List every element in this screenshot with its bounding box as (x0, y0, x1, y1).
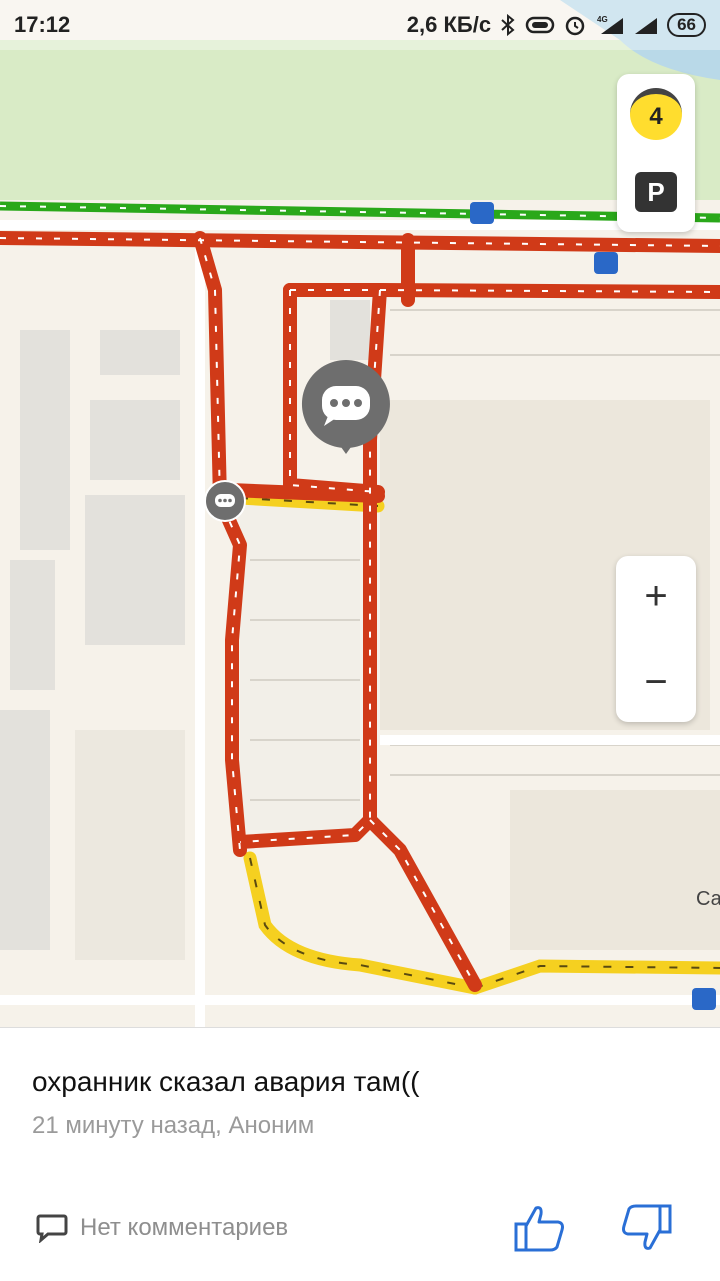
park-area (0, 40, 720, 200)
map-layers-panel: 4 P (617, 74, 695, 232)
map-canvas (0, 0, 720, 1030)
status-bar: 17:12 2,6 КБ/с 4G 66 (0, 0, 720, 50)
alarm-icon (563, 13, 587, 37)
road-event-marker[interactable] (300, 358, 392, 480)
map-view[interactable]: 17:12 2,6 КБ/с 4G 66 4 P + − Са (0, 0, 720, 1030)
traffic-button[interactable]: 4 (630, 88, 682, 140)
network-type-label: 4G (597, 15, 608, 24)
like-button[interactable] (512, 1200, 568, 1256)
event-title: охранник сказал авария там(( (32, 1066, 420, 1097)
status-right: 2,6 КБ/с 4G 66 (407, 12, 706, 38)
parking-button[interactable]: P (635, 172, 677, 212)
zoom-out-button[interactable]: − (616, 642, 696, 722)
dislike-button[interactable] (618, 1200, 674, 1256)
event-card: охранник сказал авария там(( 21 минуту н… (0, 1027, 720, 1281)
event-meta: 21 минуту назад, Аноним (32, 1112, 315, 1139)
signal-icon: 4G (595, 14, 625, 36)
status-time: 17:12 (14, 12, 71, 37)
chat-bubble-icon (301, 360, 390, 480)
road-event-small-marker[interactable] (204, 480, 246, 522)
bluetooth-icon (499, 14, 517, 36)
zoom-panel: + − (616, 556, 696, 722)
comment-icon (36, 1214, 68, 1243)
chat-bubble-icon (215, 494, 235, 507)
zoom-in-button[interactable]: + (616, 556, 696, 636)
network-speed: 2,6 КБ/с (406, 12, 492, 37)
signal-icon (633, 14, 659, 36)
map-place-label: Са (696, 888, 720, 910)
thumbs-down-icon (622, 1204, 672, 1250)
comments-link[interactable]: Нет комментариев (36, 1213, 288, 1243)
thumbs-up-icon (514, 1206, 564, 1252)
comments-label: Нет комментариев (80, 1214, 289, 1241)
vibrate-icon (525, 15, 555, 35)
battery-icon: 66 (667, 13, 706, 37)
